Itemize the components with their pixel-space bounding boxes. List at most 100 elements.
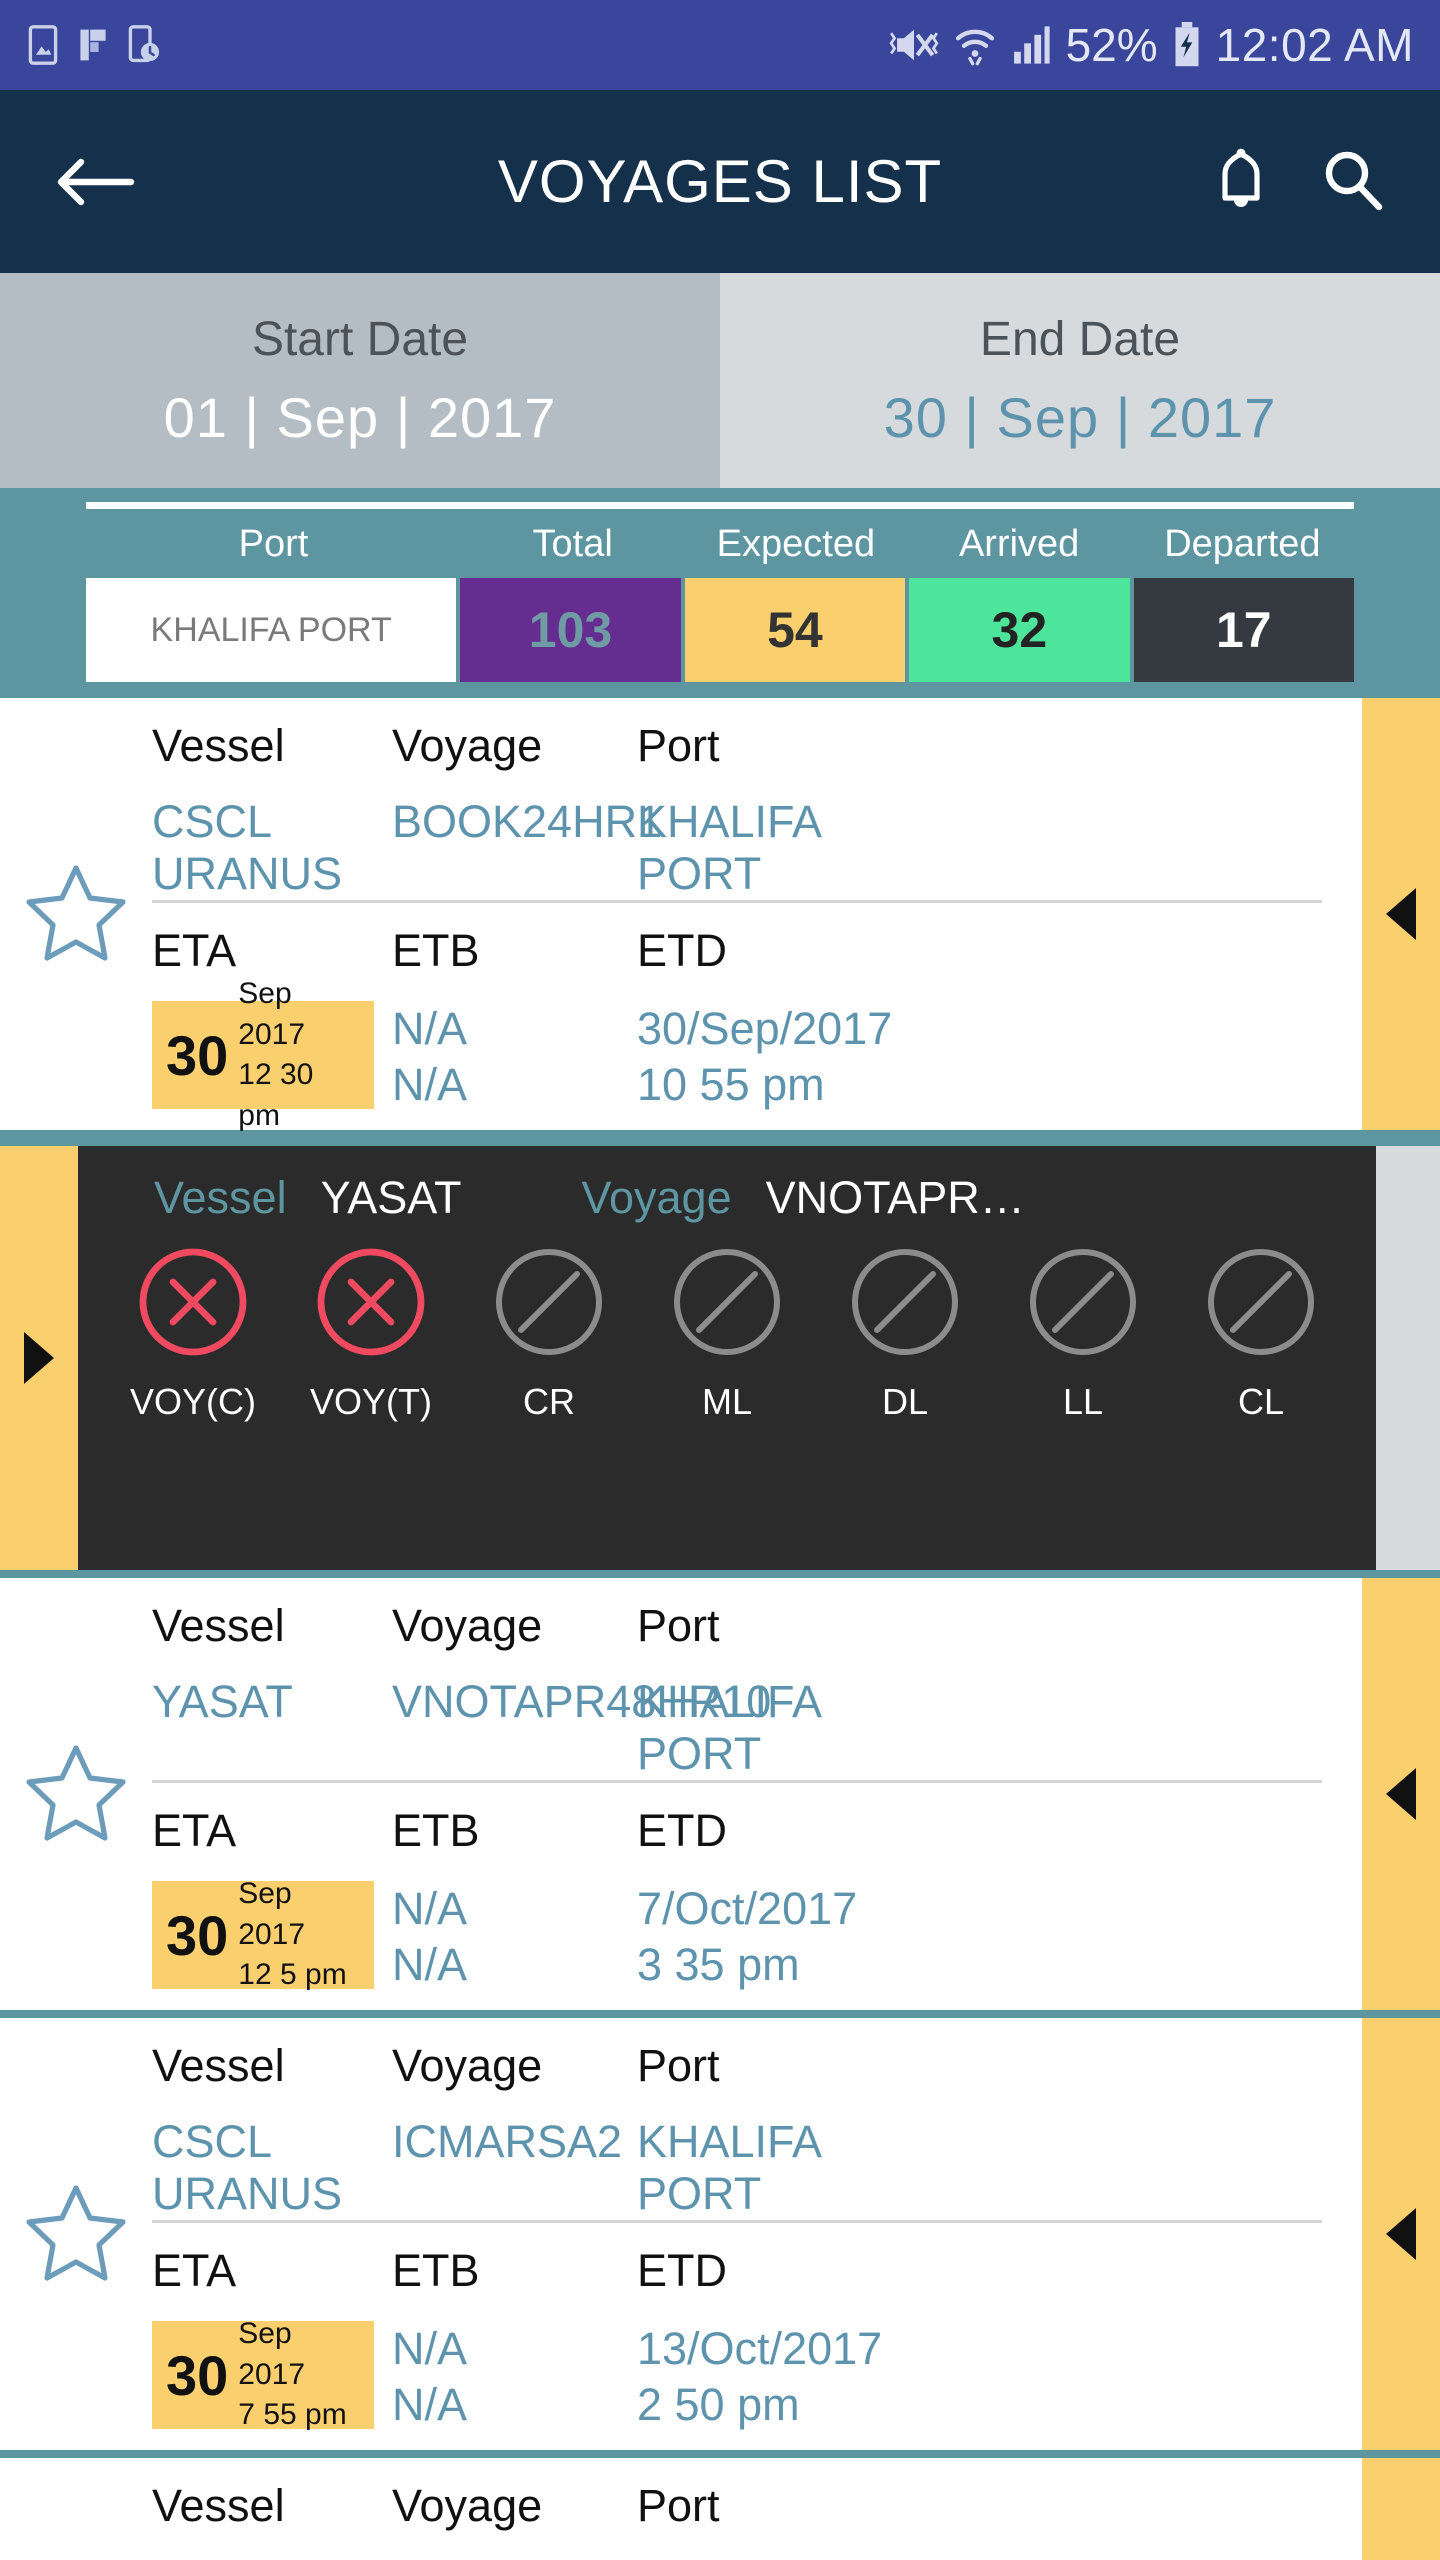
start-date-value: 01 | Sep | 2017	[163, 385, 557, 449]
action-cr[interactable]: CR	[474, 1246, 624, 1423]
voyage-value[interactable]: ICMARSA2	[392, 2116, 637, 2168]
etd-time: 2 50 pm	[637, 2379, 800, 2431]
eta-chip: 30 Sep 2017 12 30 pm	[152, 977, 374, 1132]
end-date-selector[interactable]: End Date 30 | Sep | 2017	[720, 273, 1440, 488]
etd-label: ETD	[637, 2245, 727, 2296]
stats-expected-value[interactable]: 54	[684, 578, 906, 682]
favorite-star-button[interactable]	[0, 698, 152, 1130]
back-arrow-icon[interactable]	[55, 152, 135, 212]
stats-port-value[interactable]: KHALIFA PORT	[86, 578, 457, 682]
battery-charging-icon	[1172, 22, 1202, 68]
clock-phone-icon	[126, 24, 160, 66]
expanded-panel-header: Vessel YASAT Voyage VNOTAPR…	[78, 1172, 1376, 1224]
expanded-voyage-value: VNOTAPR…	[765, 1172, 1025, 1223]
date-filter-bar: Start Date 01 | Sep | 2017 End Date 30 |…	[0, 273, 1440, 488]
expanded-voyage-label: Voyage	[581, 1172, 732, 1223]
etb-date: N/A	[392, 1003, 468, 1054]
star-outline-icon	[24, 2182, 128, 2287]
eta-chip: 30 Sep 2017 12 5 pm	[152, 1877, 374, 1991]
stats-header-expected: Expected	[716, 523, 876, 565]
collapse-panel-tab[interactable]	[0, 1146, 78, 1570]
voyage-times-row: ETA 30 Sep 2017 12 5 pm ETB N/A N/A ETD …	[152, 1783, 1362, 1994]
stats-arrived-value[interactable]: 32	[909, 578, 1130, 682]
action-voy-c[interactable]: VOY(C)	[118, 1246, 268, 1423]
expand-card-tab[interactable]	[1362, 2458, 1440, 2560]
circle-slash-icon	[1205, 1246, 1317, 1363]
etb-date: N/A	[392, 2323, 468, 2374]
action-caption: CR	[523, 1381, 575, 1422]
etb-label: ETB	[392, 925, 480, 976]
favorite-star-button[interactable]	[0, 2458, 152, 2560]
eta-month-year: Sep 2017	[238, 977, 306, 1051]
search-icon[interactable]	[1321, 148, 1385, 216]
vessel-value[interactable]: CSCL URANUS	[152, 796, 392, 900]
vessel-value[interactable]: CSCL URANUS	[152, 2116, 392, 2220]
voyage-card[interactable]: Vessel YASAT Voyage VNOTAPR48HR10 Port K…	[0, 1578, 1440, 2018]
eta-month-year: Sep 2017	[238, 2317, 306, 2391]
etd-date: 7/Oct/2017	[637, 1883, 858, 1934]
chevron-right-icon	[24, 1332, 54, 1384]
action-voy-t[interactable]: VOY(T)	[296, 1246, 446, 1423]
voyage-times-row: ETA 30 Sep 2017 7 55 pm ETB N/A N/A ETD …	[152, 2223, 1362, 2434]
expand-card-tab[interactable]	[1362, 2018, 1440, 2450]
end-date-label: End Date	[979, 312, 1181, 366]
vessel-label: Vessel	[152, 2480, 285, 2531]
favorite-star-button[interactable]	[0, 2018, 152, 2450]
action-cl[interactable]: CL	[1186, 1246, 1336, 1423]
action-caption: VOY(T)	[310, 1381, 432, 1422]
port-value[interactable]: KHALIFA PORT	[637, 796, 937, 900]
eta-time: 12 5 pm	[238, 1958, 347, 1992]
voyage-card-body: Vessel Voyage Port	[152, 2458, 1362, 2560]
voyage-times-row: ETA 30 Sep 2017 12 30 pm ETB N/A N/A ETD…	[152, 903, 1362, 1132]
stats-total-value[interactable]: 103	[460, 578, 681, 682]
voyage-label: Voyage	[392, 2040, 543, 2091]
voyage-card-body: Vessel YASAT Voyage VNOTAPR48HR10 Port K…	[152, 1578, 1362, 2010]
etd-label: ETD	[637, 1805, 727, 1856]
port-label: Port	[637, 2040, 720, 2091]
expand-card-tab[interactable]	[1362, 698, 1440, 1130]
etb-time: N/A	[392, 1059, 468, 1111]
action-dl[interactable]: DL	[830, 1246, 980, 1423]
chevron-left-icon	[1386, 2208, 1416, 2260]
stats-departed-value[interactable]: 17	[1133, 578, 1354, 682]
port-value[interactable]: KHALIFA PORT	[637, 1676, 937, 1780]
battery-percent-label: 52%	[1065, 19, 1158, 71]
action-ml[interactable]: ML	[652, 1246, 802, 1423]
status-bar-left-icons	[26, 24, 160, 66]
port-label: Port	[637, 1600, 720, 1651]
eta-time: 7 55 pm	[238, 2398, 347, 2432]
voyage-value[interactable]: BOOK24HR1	[392, 796, 662, 848]
etd-date: 30/Sep/2017	[637, 1003, 893, 1054]
eta-label: ETA	[152, 2245, 237, 2296]
stats-divider	[86, 502, 1354, 509]
voyage-card[interactable]: Vessel CSCL URANUS Voyage BOOK24HR1 Port…	[0, 698, 1440, 1138]
vessel-value[interactable]: YASAT	[152, 1676, 392, 1728]
bell-icon[interactable]	[1211, 146, 1271, 218]
voyage-label: Voyage	[392, 1600, 543, 1651]
voyage-card[interactable]: Vessel CSCL URANUS Voyage ICMARSA2 Port …	[0, 2018, 1440, 2458]
voyage-identity-row: Vessel YASAT Voyage VNOTAPR48HR10 Port K…	[152, 1578, 1322, 1783]
port-value[interactable]: KHALIFA PORT	[637, 2116, 937, 2220]
voyage-card-partial[interactable]: Vessel Voyage Port	[0, 2458, 1440, 2560]
voyage-card-body: Vessel CSCL URANUS Voyage ICMARSA2 Port …	[152, 2018, 1362, 2450]
voyage-label: Voyage	[392, 720, 543, 771]
action-caption: VOY(C)	[130, 1381, 256, 1422]
expanded-action-panel: Vessel YASAT Voyage VNOTAPR… VOY(C) VOY(…	[0, 1138, 1440, 1578]
action-caption: CL	[1237, 1381, 1285, 1422]
action-ll[interactable]: LL	[1008, 1246, 1158, 1423]
expanded-vessel-label: Vessel	[154, 1172, 287, 1223]
chevron-left-icon	[1386, 1768, 1416, 1820]
action-caption: LL	[1062, 1381, 1104, 1422]
etd-time: 3 35 pm	[637, 1939, 800, 1991]
voyage-value[interactable]: VNOTAPR48HR10	[392, 1676, 771, 1728]
mute-vibrate-icon	[888, 23, 940, 67]
vessel-label: Vessel	[152, 1600, 285, 1651]
start-date-selector[interactable]: Start Date 01 | Sep | 2017	[0, 273, 720, 488]
eta-month-year: Sep 2017	[238, 1877, 306, 1951]
stats-header-row: Port Total Expected Arrived Departed	[0, 523, 1440, 566]
favorite-star-button[interactable]	[0, 1578, 152, 2010]
eta-day: 30	[166, 1023, 229, 1087]
etd-label: ETD	[637, 925, 727, 976]
expand-card-tab[interactable]	[1362, 1578, 1440, 2010]
eta-day: 30	[166, 2343, 229, 2407]
